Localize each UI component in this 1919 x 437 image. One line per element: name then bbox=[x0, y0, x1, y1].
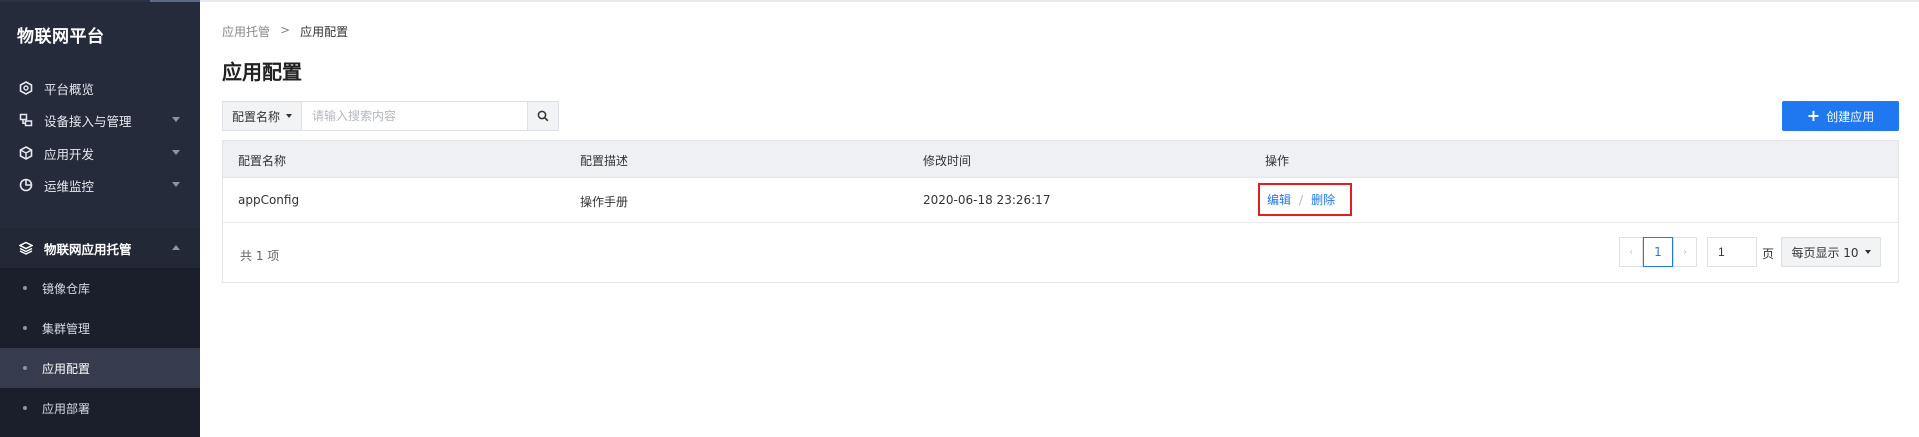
device-management-icon bbox=[18, 112, 34, 128]
caret-down-icon bbox=[286, 114, 292, 118]
create-app-button[interactable]: + 创建应用 bbox=[1782, 101, 1899, 131]
sidebar-submenu: 镜像仓库 集群管理 应用配置 应用部署 bbox=[0, 268, 200, 437]
cell-modified-time: 2020-06-18 23:26:17 bbox=[923, 193, 1051, 207]
sidebar-item-app-hosting[interactable]: 物联网应用托管 bbox=[0, 228, 200, 268]
sidebar-subitem-cluster-management[interactable]: 集群管理 bbox=[0, 308, 200, 348]
bullet-icon bbox=[23, 286, 27, 290]
page-number-current[interactable]: 1 bbox=[1643, 237, 1673, 267]
create-app-button-label: 创建应用 bbox=[1826, 109, 1875, 124]
sidebar-item-label: 设备接入与管理 bbox=[44, 113, 132, 129]
breadcrumb-parent-link[interactable]: 应用托管 bbox=[222, 23, 270, 40]
search-field-select[interactable]: 配置名称 bbox=[223, 102, 302, 130]
main-content: 应用托管 > 应用配置 应用配置 配置名称 + 创建应用 配置名称 配置描述 修… bbox=[200, 0, 1919, 437]
chevron-down-icon bbox=[172, 182, 180, 187]
bullet-icon bbox=[23, 406, 27, 410]
sidebar-subitem-label: 镜像仓库 bbox=[42, 281, 91, 296]
row-actions-highlight: 编辑 / 删除 bbox=[1258, 183, 1352, 216]
sidebar-subitem-label: 应用部署 bbox=[42, 401, 91, 416]
bullet-icon bbox=[23, 366, 27, 370]
sidebar-subitem-app-deployment[interactable]: 应用部署 bbox=[0, 388, 200, 428]
plus-icon: + bbox=[1806, 106, 1821, 125]
cell-config-description: 操作手册 bbox=[580, 195, 629, 209]
app-root: 物联网平台 平台概览 设备接入与管理 应用开发 运维监控 物联网应用托管 镜像仓… bbox=[0, 0, 1919, 437]
chevron-down-icon bbox=[172, 117, 180, 122]
page-jump-input[interactable] bbox=[1707, 237, 1757, 267]
next-page-button[interactable]: › bbox=[1673, 237, 1697, 267]
monitoring-icon bbox=[18, 177, 34, 193]
table-header: 配置名称 配置描述 修改时间 操作 bbox=[223, 141, 1898, 178]
total-count: 共 1 项 bbox=[240, 249, 280, 263]
top-divider bbox=[200, 0, 1919, 2]
column-header-actions: 操作 bbox=[1265, 154, 1290, 168]
breadcrumb-current: 应用配置 bbox=[300, 25, 349, 39]
search-icon bbox=[537, 110, 549, 122]
search-button[interactable] bbox=[527, 102, 558, 130]
prev-page-button[interactable]: ‹ bbox=[1619, 237, 1643, 267]
column-header-name: 配置名称 bbox=[238, 154, 287, 168]
cell-config-name: appConfig bbox=[238, 193, 300, 207]
sidebar-item-label: 应用开发 bbox=[44, 146, 95, 162]
action-separator: / bbox=[1299, 192, 1304, 207]
chevron-up-icon bbox=[172, 245, 180, 250]
chevron-down-icon bbox=[172, 150, 180, 155]
page-unit-label: 页 bbox=[1762, 247, 1775, 261]
column-header-description: 配置描述 bbox=[580, 154, 629, 168]
sidebar-item-label: 平台概览 bbox=[44, 81, 95, 97]
column-header-modified: 修改时间 bbox=[923, 154, 972, 168]
sidebar-subitem-label: 集群管理 bbox=[42, 321, 91, 336]
sidebar-subitem-label: 应用配置 bbox=[42, 361, 91, 376]
chevron-right-icon: › bbox=[1683, 246, 1687, 258]
delete-link[interactable]: 删除 bbox=[1311, 191, 1335, 208]
caret-down-icon bbox=[1864, 250, 1871, 254]
breadcrumb: 应用托管 > 应用配置 bbox=[222, 23, 348, 40]
page-size-label: 每页显示 10 bbox=[1791, 245, 1859, 260]
chevron-left-icon: ‹ bbox=[1629, 246, 1633, 258]
page-size-select[interactable]: 每页显示 10 bbox=[1781, 237, 1881, 267]
sidebar-top-bar bbox=[0, 0, 200, 2]
search-input[interactable] bbox=[302, 102, 527, 130]
search-bar: 配置名称 bbox=[222, 101, 559, 131]
app-hosting-icon bbox=[18, 240, 34, 256]
search-field-select-label: 配置名称 bbox=[231, 109, 280, 124]
config-table: 配置名称 配置描述 修改时间 操作 appConfig 操作手册 2020-06… bbox=[222, 140, 1899, 283]
page-title: 应用配置 bbox=[222, 60, 302, 84]
app-development-icon bbox=[18, 145, 34, 161]
bullet-icon bbox=[23, 326, 27, 330]
platform-overview-icon bbox=[18, 80, 34, 96]
sidebar-item-label: 物联网应用托管 bbox=[44, 241, 132, 257]
table-row: appConfig 操作手册 2020-06-18 23:26:17 编辑 / … bbox=[223, 178, 1898, 223]
sidebar-subitem-app-config[interactable]: 应用配置 bbox=[0, 348, 200, 388]
sidebar-item-label: 运维监控 bbox=[44, 178, 95, 194]
breadcrumb-separator: > bbox=[280, 23, 291, 37]
sidebar-subitem-image-registry[interactable]: 镜像仓库 bbox=[0, 268, 200, 308]
edit-link[interactable]: 编辑 bbox=[1267, 191, 1291, 208]
sidebar: 物联网平台 平台概览 设备接入与管理 应用开发 运维监控 物联网应用托管 镜像仓… bbox=[0, 0, 200, 437]
sidebar-item-monitoring[interactable]: 运维监控 bbox=[0, 165, 200, 205]
brand-title: 物联网平台 bbox=[17, 27, 105, 47]
